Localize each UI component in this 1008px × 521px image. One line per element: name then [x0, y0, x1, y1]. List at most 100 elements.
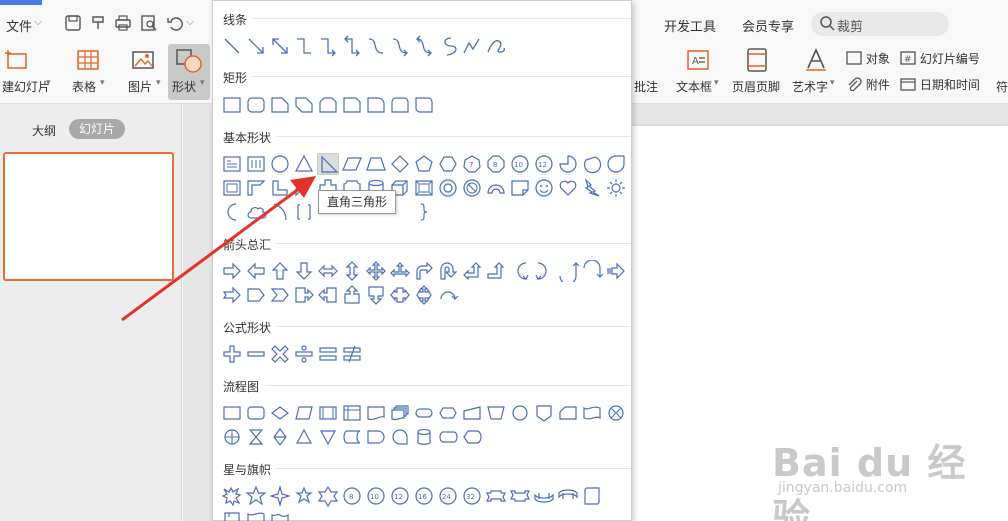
flowchart-offpage-connector-shape[interactable]	[533, 402, 555, 424]
symbol-button[interactable]: 符	[994, 42, 1008, 102]
oval-shape[interactable]	[269, 153, 291, 175]
folded-corner-shape[interactable]	[509, 177, 531, 199]
chevron-shape[interactable]	[269, 284, 291, 306]
slide-number-button[interactable]: # 幻灯片编号	[900, 50, 980, 67]
curved-double-arrow-shape[interactable]	[413, 35, 435, 57]
pie-shape[interactable]	[557, 153, 579, 175]
flowchart-card-shape[interactable]	[557, 402, 579, 424]
right-triangle-shape[interactable]	[317, 153, 339, 175]
flowchart-sort-shape[interactable]	[269, 426, 291, 448]
flowchart-connector-shape[interactable]	[509, 402, 531, 424]
quad-arrow-callout-shape[interactable]	[413, 284, 435, 306]
up-arrow-shape[interactable]	[269, 260, 291, 282]
flowchart-display-shape[interactable]	[461, 426, 483, 448]
bent-arrow-shape[interactable]	[413, 260, 435, 282]
star-32-point-shape[interactable]: 32	[461, 485, 483, 507]
left-up-arrow-shape[interactable]	[461, 260, 483, 282]
ribbon-down-shape[interactable]	[485, 485, 507, 507]
chevron-down-icon[interactable]: ⌵	[34, 15, 42, 29]
scribble-shape[interactable]	[485, 35, 507, 57]
snip-same-side-rectangle-shape[interactable]	[317, 94, 339, 116]
snip-single-corner-rectangle-shape[interactable]	[269, 94, 291, 116]
double-bracket-shape[interactable]	[293, 201, 315, 223]
flowchart-or-shape[interactable]	[221, 426, 243, 448]
flowchart-document-shape[interactable]	[365, 402, 387, 424]
ribbon-up-shape[interactable]	[509, 485, 531, 507]
curved-connector-shape[interactable]	[365, 35, 387, 57]
left-arrow-shape[interactable]	[245, 260, 267, 282]
flowchart-direct-access-storage-shape[interactable]	[437, 426, 459, 448]
math-divide-shape[interactable]	[293, 343, 315, 365]
flowchart-magnetic-disk-shape[interactable]	[413, 426, 435, 448]
horizontal-scroll-shape[interactable]	[221, 509, 243, 521]
math-minus-shape[interactable]	[245, 343, 267, 365]
left-right-arrow-callout-shape[interactable]	[389, 284, 411, 306]
trapezoid-shape[interactable]	[365, 153, 387, 175]
save-icon[interactable]	[64, 14, 82, 32]
vertical-scroll-shape[interactable]	[581, 485, 603, 507]
format-painter-icon[interactable]	[90, 14, 108, 32]
parallelogram-shape[interactable]	[341, 153, 363, 175]
sun-shape[interactable]	[605, 177, 627, 199]
star-5-point-shape[interactable]	[293, 485, 315, 507]
search-input[interactable]: 裁剪	[837, 16, 863, 35]
explosion-shape[interactable]	[221, 485, 243, 507]
star-4-point-shape[interactable]	[268, 484, 292, 508]
flowchart-predefined-process-shape[interactable]	[317, 402, 339, 424]
curved-down-arrow-shape[interactable]	[581, 259, 604, 282]
vertical-text-box-shape[interactable]	[245, 153, 267, 175]
shape-button[interactable]: 形状 ▾	[168, 44, 210, 100]
star-16-point-shape[interactable]: 16	[413, 485, 435, 507]
file-menu[interactable]: 文件	[6, 16, 32, 35]
dodecagon-shape[interactable]: 12	[533, 153, 555, 175]
bevel-shape[interactable]	[413, 177, 435, 199]
circular-arrow-shape[interactable]	[437, 284, 459, 306]
hexagon-shape[interactable]	[437, 153, 459, 175]
up-arrow-callout-shape[interactable]	[341, 284, 363, 306]
teardrop-shape[interactable]	[605, 153, 627, 175]
text-box-shape[interactable]	[221, 153, 243, 175]
flowchart-punched-tape-shape[interactable]	[581, 402, 603, 424]
up-down-arrow-shape[interactable]	[341, 260, 363, 282]
table-button[interactable]: 表格 ▾	[66, 42, 108, 102]
moon-shape[interactable]	[221, 201, 243, 223]
curve-shape[interactable]	[437, 35, 459, 57]
elbow-double-arrow-shape[interactable]	[341, 35, 363, 57]
arc-shape[interactable]	[269, 201, 291, 223]
textbox-button[interactable]: A 文本框 ▾	[672, 42, 724, 102]
elbow-connector-shape[interactable]	[293, 35, 315, 57]
comment-button[interactable]: 批注	[632, 42, 662, 102]
rectangle-shape[interactable]	[221, 94, 243, 116]
down-arrow-shape[interactable]	[293, 260, 315, 282]
heptagon-shape[interactable]: 7	[461, 153, 483, 175]
wordart-button[interactable]: 艺术字 ▾	[790, 42, 840, 102]
elbow-arrow-connector-shape[interactable]	[317, 35, 339, 57]
print-preview-icon[interactable]	[140, 14, 158, 32]
star-10-point-shape[interactable]: 10	[365, 485, 387, 507]
l-shape[interactable]	[269, 177, 291, 199]
member-tab[interactable]: 会员专享	[742, 16, 794, 35]
double-wave-shape[interactable]	[269, 509, 291, 521]
double-arrow-line-shape[interactable]	[269, 35, 291, 57]
math-plus-shape[interactable]	[221, 343, 243, 365]
flowchart-delay-shape[interactable]	[365, 426, 387, 448]
star-24-point-shape[interactable]: 24	[437, 485, 459, 507]
right-arrow-callout-shape[interactable]	[293, 284, 315, 306]
tab-slides[interactable]: 幻灯片	[69, 119, 125, 139]
down-arrow-callout-shape[interactable]	[365, 284, 387, 306]
object-button[interactable]: 对象	[846, 50, 890, 67]
flowchart-extract-shape[interactable]	[293, 426, 315, 448]
u-turn-arrow-shape[interactable]	[437, 260, 459, 282]
flowchart-collate-shape[interactable]	[245, 426, 267, 448]
decagon-shape[interactable]: 10	[509, 153, 531, 175]
header-footer-button[interactable]: 页眉页脚	[730, 42, 786, 102]
undo-icon[interactable]	[166, 14, 184, 32]
flowchart-stored-data-shape[interactable]	[341, 426, 363, 448]
dev-tools-tab[interactable]: 开发工具	[664, 16, 716, 35]
flowchart-terminator-shape[interactable]	[413, 402, 435, 424]
math-equal-shape[interactable]	[317, 343, 339, 365]
curved-ribbon-down-shape[interactable]	[533, 485, 555, 507]
flowchart-decision-shape[interactable]	[269, 402, 291, 424]
left-right-up-arrow-shape[interactable]	[389, 260, 411, 282]
donut-shape[interactable]	[437, 177, 459, 199]
